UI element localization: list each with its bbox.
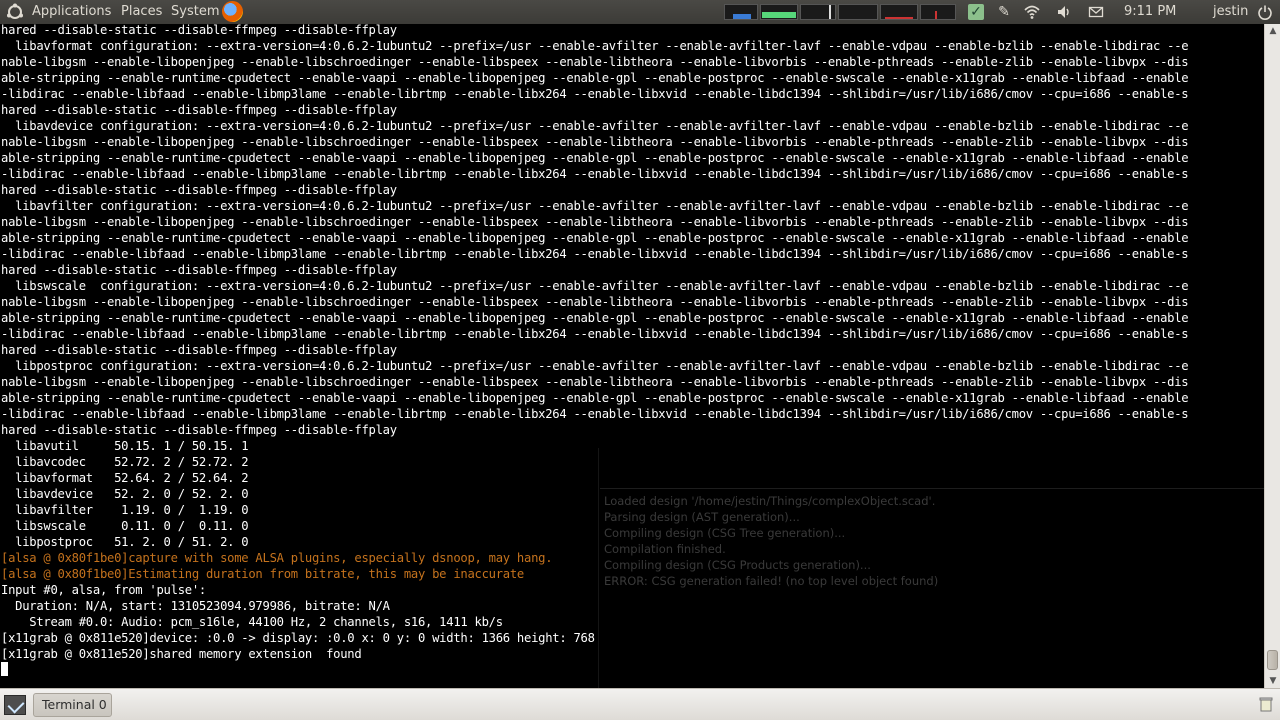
terminal-line: libavutil 50.15. 1 / 50.15. 1 <box>1 439 249 453</box>
top-panel: Applications Places System ✓ ✎ 9:11 PM j… <box>0 0 1280 24</box>
bottom-panel: Terminal 0 <box>0 688 1280 720</box>
disk-monitor-applet[interactable] <box>920 4 956 20</box>
terminal-line: able-stripping --enable-runtime-cpudetec… <box>1 391 1189 405</box>
terminal-line: hared --disable-static --disable-ffmpeg … <box>1 263 397 277</box>
terminal-line: libswscale 0.11. 0 / 0.11. 0 <box>1 519 249 533</box>
firefox-icon[interactable] <box>222 1 243 22</box>
terminal-line: hared --disable-static --disable-ffmpeg … <box>1 24 397 37</box>
terminal-line: -libdirac --enable-libfaad --enable-libm… <box>1 247 1189 261</box>
wifi-icon[interactable] <box>1024 4 1040 20</box>
terminal-line: nable-libgsm --enable-libopenjpeg --enab… <box>1 135 1189 149</box>
terminal-line: -libdirac --enable-libfaad --enable-libm… <box>1 167 1189 181</box>
terminal-cursor <box>1 662 8 676</box>
terminal-line: nable-libgsm --enable-libopenjpeg --enab… <box>1 375 1189 389</box>
terminal-line: -libdirac --enable-libfaad --enable-libm… <box>1 87 1189 101</box>
terminal-line: hared --disable-static --disable-ffmpeg … <box>1 183 397 197</box>
terminal-line: libavcodec 52.72. 2 / 52.72. 2 <box>1 455 249 469</box>
terminal-line: libavfilter 1.19. 0 / 1.19. 0 <box>1 503 249 517</box>
terminal-line: libpostproc 51. 2. 0 / 51. 2. 0 <box>1 535 249 549</box>
terminal-line: libavformat 52.64. 2 / 52.64. 2 <box>1 471 249 485</box>
memory-monitor-applet[interactable] <box>760 4 798 20</box>
terminal-line: Stream #0.0: Audio: pcm_s16le, 44100 Hz,… <box>1 615 503 629</box>
terminal-line: libavdevice 52. 2. 0 / 52. 2. 0 <box>1 487 249 501</box>
terminal-output[interactable]: Loaded design '/home/jestin/Things/compl… <box>0 24 1264 688</box>
terminal-line: able-stripping --enable-runtime-cpudetec… <box>1 151 1189 165</box>
terminal-line: libavformat configuration: --extra-versi… <box>1 39 1189 53</box>
background-window-edge <box>598 448 599 688</box>
terminal-line: hared --disable-static --disable-ffmpeg … <box>1 343 397 357</box>
swap-monitor-applet[interactable] <box>838 4 878 20</box>
update-notifier-icon[interactable]: ✓ <box>968 4 984 20</box>
volume-icon[interactable] <box>1056 4 1072 20</box>
distro-logo-icon[interactable] <box>6 3 24 21</box>
console-line: Parsing design (AST generation)... <box>604 510 800 524</box>
console-line: Compiling design (CSG Products generatio… <box>604 558 871 572</box>
cpu-monitor-applet[interactable] <box>724 4 758 20</box>
background-window-edge <box>600 488 1264 489</box>
edit-icon[interactable]: ✎ <box>996 4 1012 20</box>
taskbar-item-label: Terminal 0 <box>42 697 107 712</box>
username[interactable]: jestin <box>1213 0 1248 24</box>
terminal-line: [x11grab @ 0x811e520]shared memory exten… <box>1 647 362 661</box>
terminal-line: libavfilter configuration: --extra-versi… <box>1 199 1189 213</box>
terminal-line: able-stripping --enable-runtime-cpudetec… <box>1 311 1189 325</box>
terminal-line: Duration: N/A, start: 1310523094.979986,… <box>1 599 390 613</box>
menu-places[interactable]: Places <box>121 0 162 24</box>
console-line: Compilation finished. <box>604 542 726 556</box>
terminal-line: hared --disable-static --disable-ffmpeg … <box>1 103 397 117</box>
terminal-line: able-stripping --enable-runtime-cpudetec… <box>1 231 1189 245</box>
terminal-line: hared --disable-static --disable-ffmpeg … <box>1 423 397 437</box>
scrollbar-thumb[interactable] <box>1267 650 1278 670</box>
trash-icon[interactable] <box>1259 696 1273 712</box>
clock[interactable]: 9:11 PM <box>1124 0 1176 24</box>
taskbar-item-terminal[interactable]: Terminal 0 <box>33 693 112 717</box>
terminal-line: -libdirac --enable-libfaad --enable-libm… <box>1 327 1189 341</box>
menu-applications[interactable]: Applications <box>32 0 111 24</box>
menu-system[interactable]: System <box>171 0 219 24</box>
terminal-line: Input #0, alsa, from 'pulse': <box>1 583 206 597</box>
terminal-line: nable-libgsm --enable-libopenjpeg --enab… <box>1 295 1189 309</box>
console-line: Compiling design (CSG Tree generation)..… <box>604 526 846 540</box>
terminal-scrollbar[interactable]: ▲ ▼ <box>1264 24 1280 688</box>
power-icon[interactable] <box>1257 4 1273 20</box>
terminal-line: libpostproc configuration: --extra-versi… <box>1 359 1189 373</box>
terminal-line: [x11grab @ 0x811e520]device: :0.0 -> dis… <box>1 631 595 645</box>
terminal-line: [alsa @ 0x80f1be0]capture with some ALSA… <box>1 551 553 565</box>
terminal-line: libswscale configuration: --extra-versio… <box>1 279 1189 293</box>
terminal-line: nable-libgsm --enable-libopenjpeg --enab… <box>1 55 1189 69</box>
terminal-line: nable-libgsm --enable-libopenjpeg --enab… <box>1 215 1189 229</box>
network-monitor-applet[interactable] <box>800 4 836 20</box>
console-line: ERROR: CSG generation failed! (no top le… <box>604 574 939 588</box>
scroll-up-arrow-icon[interactable]: ▲ <box>1266 24 1280 38</box>
show-desktop-icon[interactable] <box>4 695 26 715</box>
terminal-line: libavdevice configuration: --extra-versi… <box>1 119 1189 133</box>
terminal-line: -libdirac --enable-libfaad --enable-libm… <box>1 407 1189 421</box>
console-line: Loaded design '/home/jestin/Things/compl… <box>604 494 936 508</box>
mail-icon[interactable] <box>1088 4 1104 20</box>
load-monitor-applet[interactable] <box>880 4 918 20</box>
terminal-line: able-stripping --enable-runtime-cpudetec… <box>1 71 1189 85</box>
scroll-down-arrow-icon[interactable]: ▼ <box>1266 674 1280 688</box>
background-openscad-console: Loaded design '/home/jestin/Things/compl… <box>600 494 1260 688</box>
terminal-line: [alsa @ 0x80f1be0]Estimating duration fr… <box>1 567 524 581</box>
